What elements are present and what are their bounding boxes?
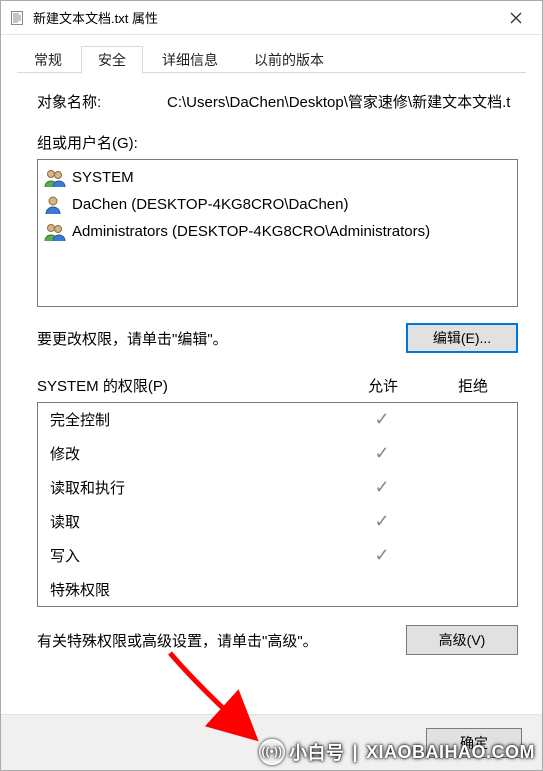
object-name-value: C:\Users\DaChen\Desktop\管家速修\新建文本文档.t — [167, 91, 518, 112]
allow-column-label: 允许 — [338, 375, 428, 396]
permission-name: 读取 — [50, 511, 337, 532]
table-row: 特殊权限 — [38, 573, 517, 607]
table-row: 读取✓ — [38, 505, 517, 539]
titlebar: 新建文本文档.txt 属性 — [1, 1, 542, 35]
permissions-for-label: SYSTEM 的权限(P) — [37, 375, 338, 396]
list-item-label: Administrators (DESKTOP-4KG8CRO\Administ… — [72, 223, 430, 240]
checkmark-icon: ✓ — [337, 545, 427, 566]
advanced-button[interactable]: 高级(V) — [406, 625, 518, 655]
user-icon — [44, 194, 66, 216]
table-row: 读取和执行✓ — [38, 471, 517, 505]
tab-0[interactable]: 常规 — [17, 45, 79, 73]
tab-1[interactable]: 安全 — [81, 46, 143, 74]
group-user-label: 组或用户名(G): — [37, 132, 518, 153]
permissions-header: SYSTEM 的权限(P) 允许 拒绝 — [37, 375, 518, 396]
table-row: 完全控制✓ — [38, 403, 517, 437]
list-item-label: SYSTEM — [72, 169, 134, 186]
tab-3[interactable]: 以前的版本 — [237, 45, 341, 73]
table-row: 修改✓ — [38, 437, 517, 471]
advanced-row: 有关特殊权限或高级设置，请单击"高级"。 高级(V) — [37, 625, 518, 655]
document-icon — [9, 10, 25, 26]
tabs: 常规安全详细信息以前的版本 — [1, 35, 542, 73]
close-button[interactable] — [494, 3, 538, 33]
edit-row: 要更改权限，请单击"编辑"。 编辑(E)... — [37, 323, 518, 353]
edit-button[interactable]: 编辑(E)... — [406, 323, 518, 353]
object-name-label: 对象名称: — [37, 91, 167, 112]
users-icon — [44, 221, 66, 243]
edit-hint: 要更改权限，请单击"编辑"。 — [37, 328, 228, 349]
checkmark-icon: ✓ — [337, 511, 427, 532]
list-item[interactable]: SYSTEM — [40, 164, 515, 191]
security-tab-content: 对象名称: C:\Users\DaChen\Desktop\管家速修\新建文本文… — [1, 73, 542, 714]
dialog-buttons: 确定 — [1, 714, 542, 770]
permission-name: 特殊权限 — [50, 579, 337, 600]
checkmark-icon: ✓ — [337, 409, 427, 430]
tab-2[interactable]: 详细信息 — [145, 45, 235, 73]
ok-button[interactable]: 确定 — [426, 728, 522, 758]
advanced-hint: 有关特殊权限或高级设置，请单击"高级"。 — [37, 630, 318, 651]
window-title: 新建文本文档.txt 属性 — [33, 8, 494, 27]
users-icon — [44, 167, 66, 189]
permission-name: 修改 — [50, 443, 337, 464]
permission-name: 读取和执行 — [50, 477, 337, 498]
checkmark-icon: ✓ — [337, 477, 427, 498]
checkmark-icon: ✓ — [337, 443, 427, 464]
permission-name: 完全控制 — [50, 409, 337, 430]
list-item-label: DaChen (DESKTOP-4KG8CRO\DaChen) — [72, 196, 349, 213]
list-item[interactable]: DaChen (DESKTOP-4KG8CRO\DaChen) — [40, 191, 515, 218]
list-item[interactable]: Administrators (DESKTOP-4KG8CRO\Administ… — [40, 218, 515, 245]
permissions-table: 完全控制✓修改✓读取和执行✓读取✓写入✓特殊权限 — [37, 402, 518, 607]
properties-window: 新建文本文档.txt 属性 常规安全详细信息以前的版本 对象名称: C:\Use… — [0, 0, 543, 771]
object-name-row: 对象名称: C:\Users\DaChen\Desktop\管家速修\新建文本文… — [37, 91, 518, 112]
permission-name: 写入 — [50, 545, 337, 566]
group-user-listbox[interactable]: SYSTEM DaChen (DESKTOP-4KG8CRO\DaChen) Adm… — [37, 159, 518, 307]
deny-column-label: 拒绝 — [428, 375, 518, 396]
table-row: 写入✓ — [38, 539, 517, 573]
